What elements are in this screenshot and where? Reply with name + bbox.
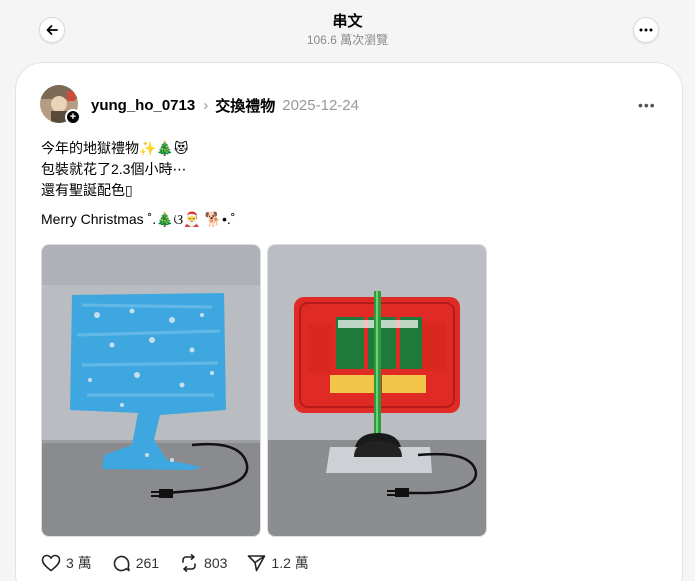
chevron-right-icon: ›	[203, 96, 209, 114]
repost-button[interactable]: 803	[179, 554, 227, 572]
share-button[interactable]: 1.2 萬	[247, 553, 309, 573]
top-bar: 串文 106.6 萬次瀏覽	[0, 0, 695, 60]
follow-plus-icon[interactable]: +	[65, 109, 81, 125]
repost-icon	[182, 554, 196, 572]
ellipsis-icon	[639, 28, 653, 32]
post-line: 還有聖誕配色▯	[41, 182, 133, 198]
post-line: Merry Christmas ˚.🎄ଓ🎅 🐕•.˚	[41, 211, 236, 227]
post-line: 今年的地獄禮物✨🎄😻	[41, 140, 189, 156]
topic-tag[interactable]: 交換禮物	[215, 95, 275, 116]
post-card: + yung_ho_0713 › 交換禮物 2025-12-24 ••• 今年的…	[15, 62, 683, 581]
post-header: yung_ho_0713 › 交換禮物 2025-12-24	[91, 94, 359, 116]
post-body: 今年的地獄禮物✨🎄😻 包裝就花了2.3個小時⋯ 還有聖誕配色▯ Merry Ch…	[41, 138, 235, 230]
page-title: 串文	[332, 13, 363, 30]
like-button[interactable]: 3 萬	[41, 553, 92, 573]
action-bar: 3 萬 261 803 1.2 萬	[41, 552, 329, 574]
username[interactable]: yung_ho_0713	[91, 97, 195, 114]
post-line: 包裝就花了2.3個小時⋯	[41, 161, 187, 177]
post-image-gift[interactable]	[41, 244, 261, 537]
post-more-icon[interactable]: •••	[638, 97, 656, 113]
comment-icon	[113, 555, 130, 571]
share-count: 1.2 萬	[271, 555, 309, 571]
like-count: 3 萬	[66, 555, 92, 571]
more-options-button[interactable]	[633, 17, 659, 43]
post-date: 2025-12-24	[282, 96, 359, 114]
reply-button[interactable]: 261	[112, 554, 159, 573]
reply-count: 261	[135, 555, 160, 571]
repost-count: 803	[204, 555, 228, 571]
post-image-pocky-tray[interactable]	[267, 244, 487, 537]
send-icon	[248, 555, 266, 572]
heart-icon	[41, 554, 61, 572]
view-count: 106.6 萬次瀏覽	[306, 33, 389, 47]
title-block: 串文 106.6 萬次瀏覽	[0, 13, 695, 48]
